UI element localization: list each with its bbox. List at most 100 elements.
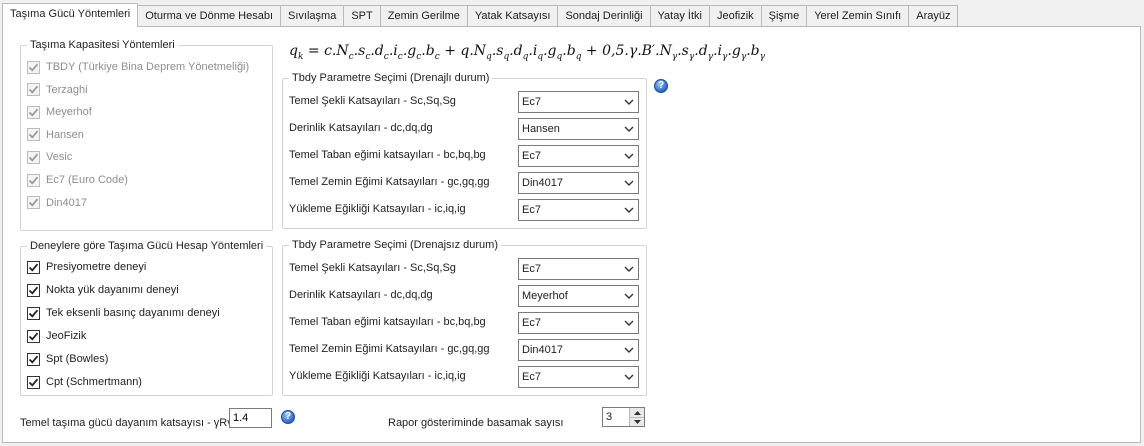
checkbox[interactable] — [27, 60, 40, 74]
chevron-down-icon — [624, 374, 634, 380]
capacity-methods-item[interactable]: Din4017 — [27, 194, 87, 212]
bearing-capacity-formula: qk = c.Nc.sc.dc.ic.gc.bc + q.Nq.sq.dq.iq… — [289, 43, 765, 62]
test-methods-item[interactable]: Cpt (Schmertmann) — [27, 373, 142, 391]
param-select-value: Ec7 — [522, 204, 541, 216]
undrained-param-row: Yükleme Eğikliği Katsayıları - ic,iq,ig E… — [289, 366, 641, 388]
checkbox-label: Presiyometre deneyi — [46, 261, 147, 273]
test-methods-item[interactable]: JeoFizik — [27, 327, 86, 345]
param-select-value: Ec7 — [522, 150, 541, 162]
capacity-methods-item[interactable]: Meyerhof — [27, 103, 92, 121]
param-select[interactable]: Ec7 — [518, 312, 639, 334]
capacity-methods-title: Taşıma Kapasitesi Yöntemleri — [27, 38, 178, 52]
check-icon — [28, 378, 39, 387]
param-select-value: Din4017 — [522, 177, 563, 189]
tab-7[interactable]: Yatay İtki — [649, 5, 710, 27]
tab-0[interactable]: Taşıma Gücü Yöntemleri — [2, 3, 139, 27]
checkbox-label: Spt (Bowles) — [46, 353, 109, 365]
check-icon — [28, 309, 39, 318]
test-methods-item[interactable]: Tek eksenli basınç dayanımı deneyi — [27, 304, 220, 322]
test-methods-title: Deneylere göre Taşıma Gücü Hesap Yönteml… — [27, 239, 267, 253]
drained-param-title: Tbdy Parametre Seçimi (Drenajlı durum) — [289, 71, 493, 85]
tab-panel: Taşıma Kapasitesi Yöntemleri TBDY (Türki… — [2, 26, 1141, 443]
undrained-param-group: Tbdy Parametre Seçimi (Drenajsız durum) … — [282, 238, 647, 396]
formula-lhs-sub: k — [297, 51, 304, 62]
check-icon — [28, 355, 39, 364]
drained-param-row: Yükleme Eğikliği Katsayıları - ic,iq,ig E… — [289, 199, 641, 221]
param-label: Temel Şekli Katsayıları - Sc,Sq,Sg — [289, 95, 456, 107]
tab-4[interactable]: Zemin Gerilme — [379, 5, 468, 27]
tab-5[interactable]: Yatak Katsayısı — [466, 5, 559, 27]
param-select[interactable]: Ec7 — [518, 199, 639, 221]
capacity-methods-item[interactable]: Vesic — [27, 148, 72, 166]
chevron-down-icon — [624, 207, 634, 213]
checkbox-label: Terzaghi — [46, 83, 88, 96]
param-label: Yükleme Eğikliği Katsayıları - ic,iq,ig — [289, 370, 466, 382]
checkbox[interactable] — [27, 173, 40, 187]
param-select-value: Ec7 — [522, 96, 541, 108]
triangle-down-icon — [633, 420, 641, 424]
tab-1[interactable]: Oturma ve Dönme Hesabı — [137, 5, 282, 27]
report-digits-label: Rapor gösteriminde basamak sayısı — [388, 417, 564, 429]
chevron-down-icon — [624, 99, 634, 105]
param-select[interactable]: Ec7 — [518, 91, 639, 113]
param-select[interactable]: Ec7 — [518, 366, 639, 388]
checkbox[interactable] — [27, 329, 40, 343]
checkbox[interactable] — [27, 260, 40, 274]
checkbox-label: Cpt (Schmertmann) — [46, 376, 142, 388]
param-select-value: Meyerhof — [522, 290, 568, 302]
tab-10[interactable]: Yerel Zemin Sınıfı — [806, 5, 910, 27]
checkbox[interactable] — [27, 128, 40, 142]
tab-6[interactable]: Sondaj Derinliği — [557, 5, 651, 27]
param-select[interactable]: Ec7 — [518, 145, 639, 167]
capacity-methods-item[interactable]: Hansen — [27, 126, 84, 144]
param-label: Yükleme Eğikliği Katsayıları - ic,iq,ig — [289, 203, 466, 215]
checkbox[interactable] — [27, 83, 40, 97]
test-methods-item[interactable]: Spt (Bowles) — [27, 350, 108, 368]
chevron-down-icon — [624, 293, 634, 299]
check-icon — [28, 130, 39, 139]
param-select[interactable]: Din4017 — [518, 339, 639, 361]
checkbox-label: Vesic — [46, 151, 73, 164]
report-digits-spinner[interactable]: 3 — [602, 407, 645, 427]
param-select[interactable]: Din4017 — [518, 172, 639, 194]
chevron-down-icon — [624, 266, 634, 272]
checkbox-label: Nokta yük dayanımı deneyi — [46, 284, 179, 296]
capacity-methods-item[interactable]: TBDY (Türkiye Bina Deprem Yönetmeliği) — [27, 58, 249, 76]
drained-param-row: Derinlik Katsayıları - dc,dq,dg Hansen — [289, 118, 641, 140]
checkbox[interactable] — [27, 352, 40, 366]
param-select[interactable]: Meyerhof — [518, 285, 639, 307]
checkbox[interactable] — [27, 306, 40, 320]
test-methods-item[interactable]: Nokta yük dayanımı deneyi — [27, 281, 179, 299]
test-methods-item[interactable]: Presiyometre deneyi — [27, 258, 146, 276]
check-icon — [28, 263, 39, 272]
undrained-param-title: Tbdy Parametre Seçimi (Drenajsız durum) — [289, 238, 502, 252]
checkbox-label: JeoFizik — [46, 330, 87, 342]
resistance-factor-input[interactable] — [229, 408, 272, 428]
triangle-up-icon — [633, 410, 641, 415]
undrained-param-row: Temel Taban eğimi katsayıları - bc,bq,bg… — [289, 312, 641, 334]
param-select[interactable]: Hansen — [518, 118, 639, 140]
checkbox[interactable] — [27, 150, 40, 164]
spin-up-button[interactable] — [630, 408, 644, 417]
spin-down-button[interactable] — [630, 417, 644, 426]
capacity-methods-item[interactable]: Ec7 (Euro Code) — [27, 171, 128, 189]
undrained-param-row: Temel Şekli Katsayıları - Sc,Sq,Sg Ec7 — [289, 258, 641, 280]
tab-3[interactable]: SPT — [343, 5, 381, 27]
tab-11[interactable]: Arayüz — [908, 5, 959, 27]
checkbox[interactable] — [27, 196, 40, 210]
chevron-down-icon — [624, 180, 634, 186]
tab-9[interactable]: Şişme — [760, 5, 808, 27]
checkbox[interactable] — [27, 283, 40, 297]
tab-2[interactable]: Sıvılaşma — [280, 5, 345, 27]
checkbox[interactable] — [27, 375, 40, 389]
capacity-methods-group: Taşıma Kapasitesi Yöntemleri TBDY (Türki… — [20, 38, 273, 231]
param-select[interactable]: Ec7 — [518, 258, 639, 280]
question-circle-icon[interactable]: ? — [654, 79, 668, 93]
question-circle-icon[interactable]: ? — [281, 410, 295, 424]
drained-param-row: Temel Şekli Katsayıları - Sc,Sq,Sg Ec7 — [289, 91, 641, 113]
param-label: Temel Zemin Eğimi Katsayıları - gc,gq,gg — [289, 343, 490, 355]
checkbox[interactable] — [27, 105, 40, 119]
undrained-param-row: Temel Zemin Eğimi Katsayıları - gc,gq,gg… — [289, 339, 641, 361]
tab-8[interactable]: Jeofizik — [708, 5, 762, 27]
capacity-methods-item[interactable]: Terzaghi — [27, 81, 88, 99]
